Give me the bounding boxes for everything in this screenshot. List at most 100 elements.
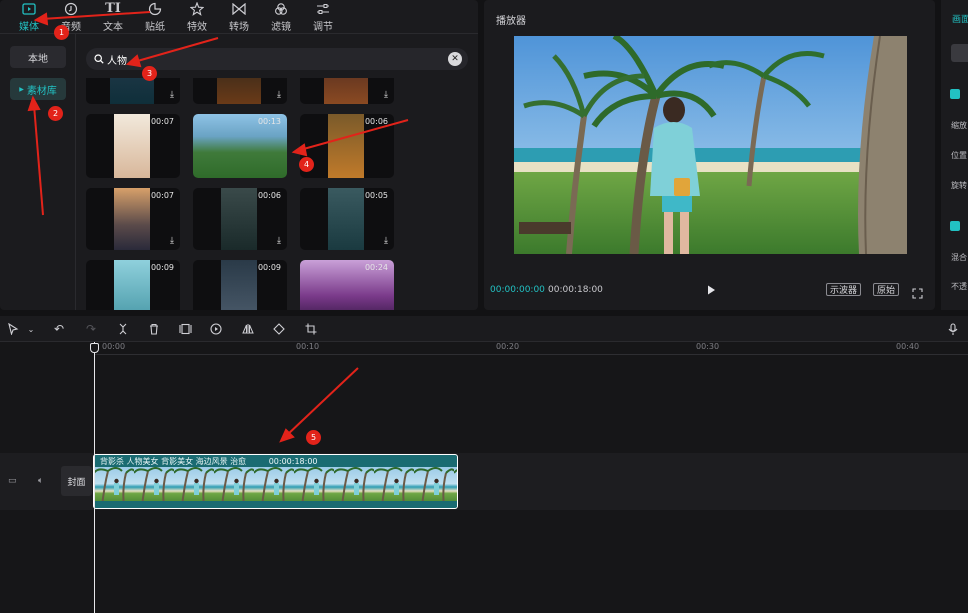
annotation-badge-2: 2 bbox=[48, 106, 63, 121]
rotate-label: 旋转 bbox=[951, 181, 967, 190]
position-label: 位置 bbox=[951, 151, 967, 160]
annotation-badge-4: 4 bbox=[299, 157, 314, 172]
ruler-tick: 00:30 bbox=[696, 342, 720, 351]
expand-arrow-icon: ▶ bbox=[19, 85, 24, 93]
clip-caption: 背影杀 人物美女 背影美女 海边风景 治愈 00:00:18:00 bbox=[100, 456, 318, 467]
tab-label: 特效 bbox=[187, 21, 207, 33]
timeline-video-clip[interactable]: 背影杀 人物美女 背影美女 海边风景 治愈 00:00:18:00 bbox=[93, 454, 458, 509]
filter-icon bbox=[273, 2, 289, 16]
video-preview[interactable] bbox=[514, 36, 907, 254]
mirror-icon[interactable] bbox=[241, 322, 255, 336]
sidebar-item-local[interactable]: 本地 bbox=[10, 46, 66, 68]
video-editor-window: 媒体 音频 TI 文本 贴纸 特效 转场 滤镜 调节 本地 ▶ 素材库 人物 ✕… bbox=[0, 0, 968, 613]
play-icon bbox=[708, 285, 715, 295]
download-icon[interactable]: ⤓ bbox=[170, 236, 174, 246]
blend-checkbox[interactable] bbox=[950, 221, 960, 231]
delete-icon[interactable] bbox=[147, 322, 161, 336]
basic-checkbox[interactable] bbox=[950, 89, 960, 99]
clip-item[interactable]: 00:06 bbox=[300, 114, 394, 178]
clip-item[interactable]: 00:06 ⤓ bbox=[193, 188, 287, 250]
track-video-icon[interactable]: ▭ bbox=[8, 476, 17, 486]
clip-duration: 00:09 bbox=[257, 263, 281, 272]
fullscreen-icon[interactable] bbox=[912, 284, 923, 299]
freeze-icon[interactable] bbox=[178, 322, 192, 336]
clip-duration: 00:24 bbox=[364, 263, 388, 272]
beach-scene-image bbox=[514, 36, 907, 254]
clip-duration: 00:13 bbox=[257, 117, 281, 126]
sidebar-item-library[interactable]: ▶ 素材库 bbox=[10, 78, 66, 100]
download-icon[interactable]: ⤓ bbox=[277, 90, 281, 100]
track-mute-icon[interactable]: 🔈︎ bbox=[38, 476, 43, 486]
search-input[interactable]: 人物 ✕ bbox=[86, 48, 468, 70]
tab-label: 滤镜 bbox=[271, 21, 291, 33]
download-icon[interactable]: ⤓ bbox=[277, 236, 281, 246]
clip-item[interactable]: 00:05 ⤓ bbox=[300, 188, 394, 250]
media-icon bbox=[21, 2, 37, 16]
ruler-tick: 00:00 bbox=[102, 342, 126, 351]
select-tool-icon[interactable] bbox=[6, 322, 20, 336]
download-icon[interactable]: ⤓ bbox=[170, 90, 174, 100]
microphone-icon[interactable] bbox=[946, 322, 960, 336]
clip-length: 00:00:18:00 bbox=[268, 457, 318, 466]
clip-duration: 00:06 bbox=[364, 117, 388, 126]
search-value: 人物 bbox=[107, 55, 127, 67]
tab-adjust[interactable]: 调节 bbox=[302, 0, 344, 34]
media-sidebar: 本地 ▶ 素材库 bbox=[0, 34, 76, 310]
clip-item[interactable]: 00:07 ⤓ bbox=[86, 188, 180, 250]
tab-label: 文本 bbox=[103, 21, 123, 33]
blend-label: 混合 bbox=[951, 253, 967, 262]
adjust-icon bbox=[315, 2, 331, 16]
clip-item[interactable]: 00:24 bbox=[300, 260, 394, 310]
tab-media[interactable]: 媒体 bbox=[8, 0, 50, 34]
clip-duration: 00:09 bbox=[150, 263, 174, 272]
ratio-button[interactable]: 原始 bbox=[873, 283, 900, 296]
clip-item[interactable]: 00:09 bbox=[193, 260, 287, 310]
scope-button[interactable]: 示波器 bbox=[826, 283, 862, 296]
playhead-handle[interactable] bbox=[90, 343, 99, 353]
ruler-tick: 00:20 bbox=[496, 342, 520, 351]
clip-item[interactable]: ⤓ bbox=[300, 78, 394, 104]
download-icon[interactable]: ⤓ bbox=[384, 236, 388, 246]
scale-label: 缩放 bbox=[951, 121, 967, 130]
clip-duration: 00:07 bbox=[150, 117, 174, 126]
undo-icon[interactable]: ↶ bbox=[52, 322, 66, 336]
effects-icon bbox=[189, 1, 205, 16]
timeline-area[interactable]: 00:00 00:10 00:20 00:30 00:40 ▭ 🔈︎ 封面 背影… bbox=[0, 342, 968, 613]
redo-icon[interactable]: ↷ bbox=[84, 322, 98, 336]
tab-transition[interactable]: 转场 bbox=[218, 0, 260, 34]
clip-item[interactable]: ⤓ bbox=[193, 78, 287, 104]
player-panel: 播放器 00:00:00:00 00:00:18:00 示波器 原始 bbox=[484, 0, 935, 310]
clip-grid: ⤓ ⤓ ⤓ 00:07 00:13 00:06 00:07 ⤓ 00:06 ⤓ … bbox=[86, 78, 468, 310]
split-icon[interactable] bbox=[116, 322, 130, 336]
tab-filter[interactable]: 滤镜 bbox=[260, 0, 302, 34]
rotate-icon[interactable] bbox=[272, 322, 286, 336]
timeline-toolbar: ⌄ ↶ ↷ bbox=[0, 316, 968, 342]
clip-duration: 00:07 bbox=[150, 191, 174, 200]
clip-item[interactable]: ⤓ bbox=[86, 78, 180, 104]
tab-label: 贴纸 bbox=[145, 21, 165, 33]
chevron-down-icon[interactable]: ⌄ bbox=[24, 322, 38, 336]
media-tabs: 媒体 音频 TI 文本 贴纸 特效 转场 滤镜 调节 bbox=[0, 0, 478, 34]
playback-speed-icon[interactable] bbox=[209, 322, 223, 336]
clip-item[interactable]: 00:13 bbox=[193, 114, 287, 178]
tab-effects[interactable]: 特效 bbox=[176, 0, 218, 34]
clip-item[interactable]: 00:09 bbox=[86, 260, 180, 310]
crop-icon[interactable] bbox=[304, 322, 318, 336]
player-title: 播放器 bbox=[496, 16, 526, 27]
clip-duration: 00:05 bbox=[364, 191, 388, 200]
clear-search-icon[interactable]: ✕ bbox=[448, 52, 462, 66]
tab-text[interactable]: TI 文本 bbox=[92, 0, 134, 34]
props-tab-bar bbox=[951, 44, 968, 62]
download-icon[interactable]: ⤓ bbox=[384, 90, 388, 100]
play-button[interactable] bbox=[704, 282, 718, 296]
tab-sticker[interactable]: 贴纸 bbox=[134, 0, 176, 34]
clip-item[interactable]: 00:07 bbox=[86, 114, 180, 178]
annotation-badge-3: 3 bbox=[142, 66, 157, 81]
props-title: 画面 bbox=[952, 15, 968, 25]
search-icon bbox=[94, 54, 104, 64]
playhead-line[interactable] bbox=[94, 342, 95, 613]
ruler-tick: 00:10 bbox=[296, 342, 320, 351]
ruler-line bbox=[94, 354, 968, 355]
cover-button[interactable]: 封面 bbox=[61, 466, 92, 496]
media-panel: 媒体 音频 TI 文本 贴纸 特效 转场 滤镜 调节 本地 ▶ 素材库 人物 ✕… bbox=[0, 0, 478, 310]
